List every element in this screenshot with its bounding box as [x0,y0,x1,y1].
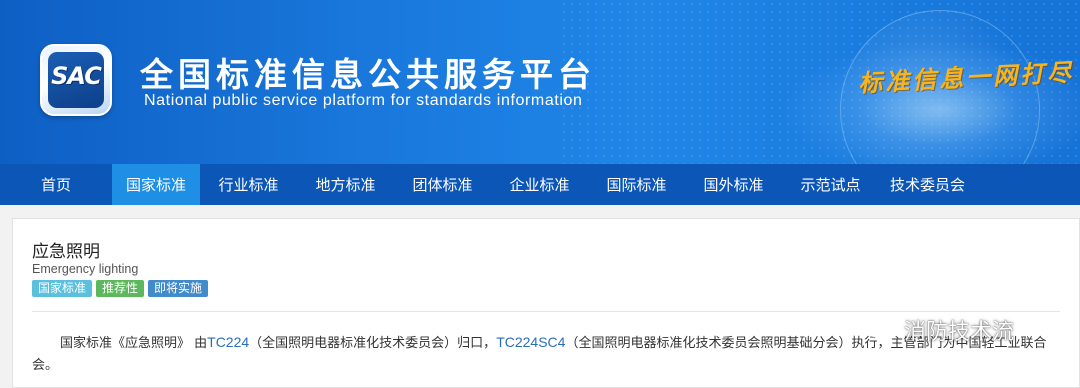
wechat-icon [862,316,896,344]
site-title: 全国标准信息公共服务平台 [140,55,596,94]
standard-title: 应急照明 [32,242,100,262]
desc-text-1: 国家标准《应急照明》 由 [60,336,208,351]
header-banner: SAC 全国标准信息公共服务平台 National public service… [0,0,1080,164]
badge-national-standard: 国家标准 [32,280,93,297]
main-nav: 首页 国家标准 行业标准 地方标准 团体标准 企业标准 国际标准 国外标准 示范… [0,164,1080,205]
standard-title-en: Emergency lighting [32,262,139,276]
wechat-watermark: 消防技术流 [862,314,1014,346]
nav-item-foreign-standards[interactable]: 国外标准 [685,164,782,205]
nav-item-industry-standards[interactable]: 行业标准 [200,164,297,205]
nav-item-enterprise-standards[interactable]: 企业标准 [491,164,588,205]
nav-item-group-standards[interactable]: 团体标准 [394,164,491,205]
divider [32,311,1060,312]
badge-upcoming: 即将实施 [148,280,209,297]
sac-logo[interactable]: SAC [40,44,112,116]
site-subtitle: National public service platform for sta… [144,92,583,109]
nav-item-home[interactable]: 首页 [0,164,112,205]
nav-item-international-standards[interactable]: 国际标准 [588,164,685,205]
nav-item-technical-committees[interactable]: 技术委员会 [879,164,976,205]
watermark-text: 消防技术流 [904,320,1015,345]
desc-text-4: 会。 [32,358,59,373]
link-tc224[interactable]: TC224 [207,334,249,350]
badge-group: 国家标准 推荐性 即将实施 [32,280,209,297]
link-tc224sc4[interactable]: TC224SC4 [496,334,565,350]
nav-item-local-standards[interactable]: 地方标准 [297,164,394,205]
logo-text: SAC [51,62,102,90]
standard-detail-card: 应急照明 Emergency lighting 国家标准 推荐性 即将实施 国家… [12,218,1080,388]
nav-item-national-standards[interactable]: 国家标准 [112,164,200,205]
desc-text-2: （全国照明电器标准化技术委员会）归口， [249,336,497,351]
nav-item-pilot-demos[interactable]: 示范试点 [782,164,879,205]
badge-recommended: 推荐性 [96,280,145,297]
